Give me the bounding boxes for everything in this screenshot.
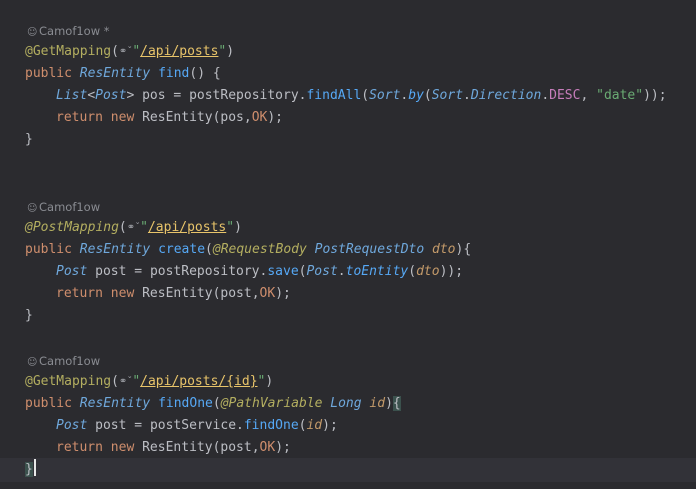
endpoint-url[interactable]: /api/posts xyxy=(140,44,218,59)
code-line[interactable]: Post post = postRepository.save(Post.toE… xyxy=(25,261,463,283)
endpoint-url[interactable]: /api/posts xyxy=(148,220,226,235)
person-icon: ☺ xyxy=(27,357,38,368)
person-icon: ☺ xyxy=(27,203,38,214)
codevision-author[interactable]: ☺ Camof1ow xyxy=(27,353,100,369)
code-line[interactable]: public ResEntity create(@RequestBody Pos… xyxy=(25,239,471,261)
globe-chevron-icon[interactable]: ⚭ˇ xyxy=(119,371,132,393)
code-line[interactable]: public ResEntity findOne(@PathVariable L… xyxy=(25,393,401,415)
globe-chevron-icon[interactable]: ⚭ˇ xyxy=(119,41,132,63)
codevision-author[interactable]: ☺ Camof1ow * xyxy=(27,23,110,39)
code-line[interactable]: @PostMapping(⚭ˇ"/api/posts") xyxy=(25,217,242,239)
globe-chevron-icon[interactable]: ⚭ˇ xyxy=(127,217,140,239)
code-line[interactable]: @GetMapping(⚭ˇ"/api/posts/{id}") xyxy=(25,371,273,393)
code-line[interactable]: } xyxy=(25,459,36,481)
code-line[interactable]: public ResEntity find() { xyxy=(25,63,221,85)
text-caret xyxy=(33,459,36,476)
code-line[interactable]: return new ResEntity(post,OK); xyxy=(25,283,291,305)
codevision-author[interactable]: ☺ Camof1ow xyxy=(27,199,100,215)
code-line[interactable]: return new ResEntity(pos,OK); xyxy=(25,107,283,129)
code-line[interactable]: } xyxy=(25,129,33,151)
code-line[interactable]: Post post = postService.findOne(id); xyxy=(25,415,338,437)
code-line[interactable]: return new ResEntity(post,OK); xyxy=(25,437,291,459)
code-line[interactable]: List<Post> pos = postRepository.findAll(… xyxy=(25,85,667,107)
code-line[interactable]: } xyxy=(25,305,33,327)
current-line-highlight xyxy=(0,458,696,482)
code-line[interactable]: @GetMapping(⚭ˇ"/api/posts") xyxy=(25,41,234,63)
code-editor[interactable]: ☺ Camof1ow * @GetMapping(⚭ˇ"/api/posts") … xyxy=(0,0,696,489)
person-icon: ☺ xyxy=(27,27,38,38)
endpoint-url[interactable]: /api/posts/{id} xyxy=(140,374,257,389)
